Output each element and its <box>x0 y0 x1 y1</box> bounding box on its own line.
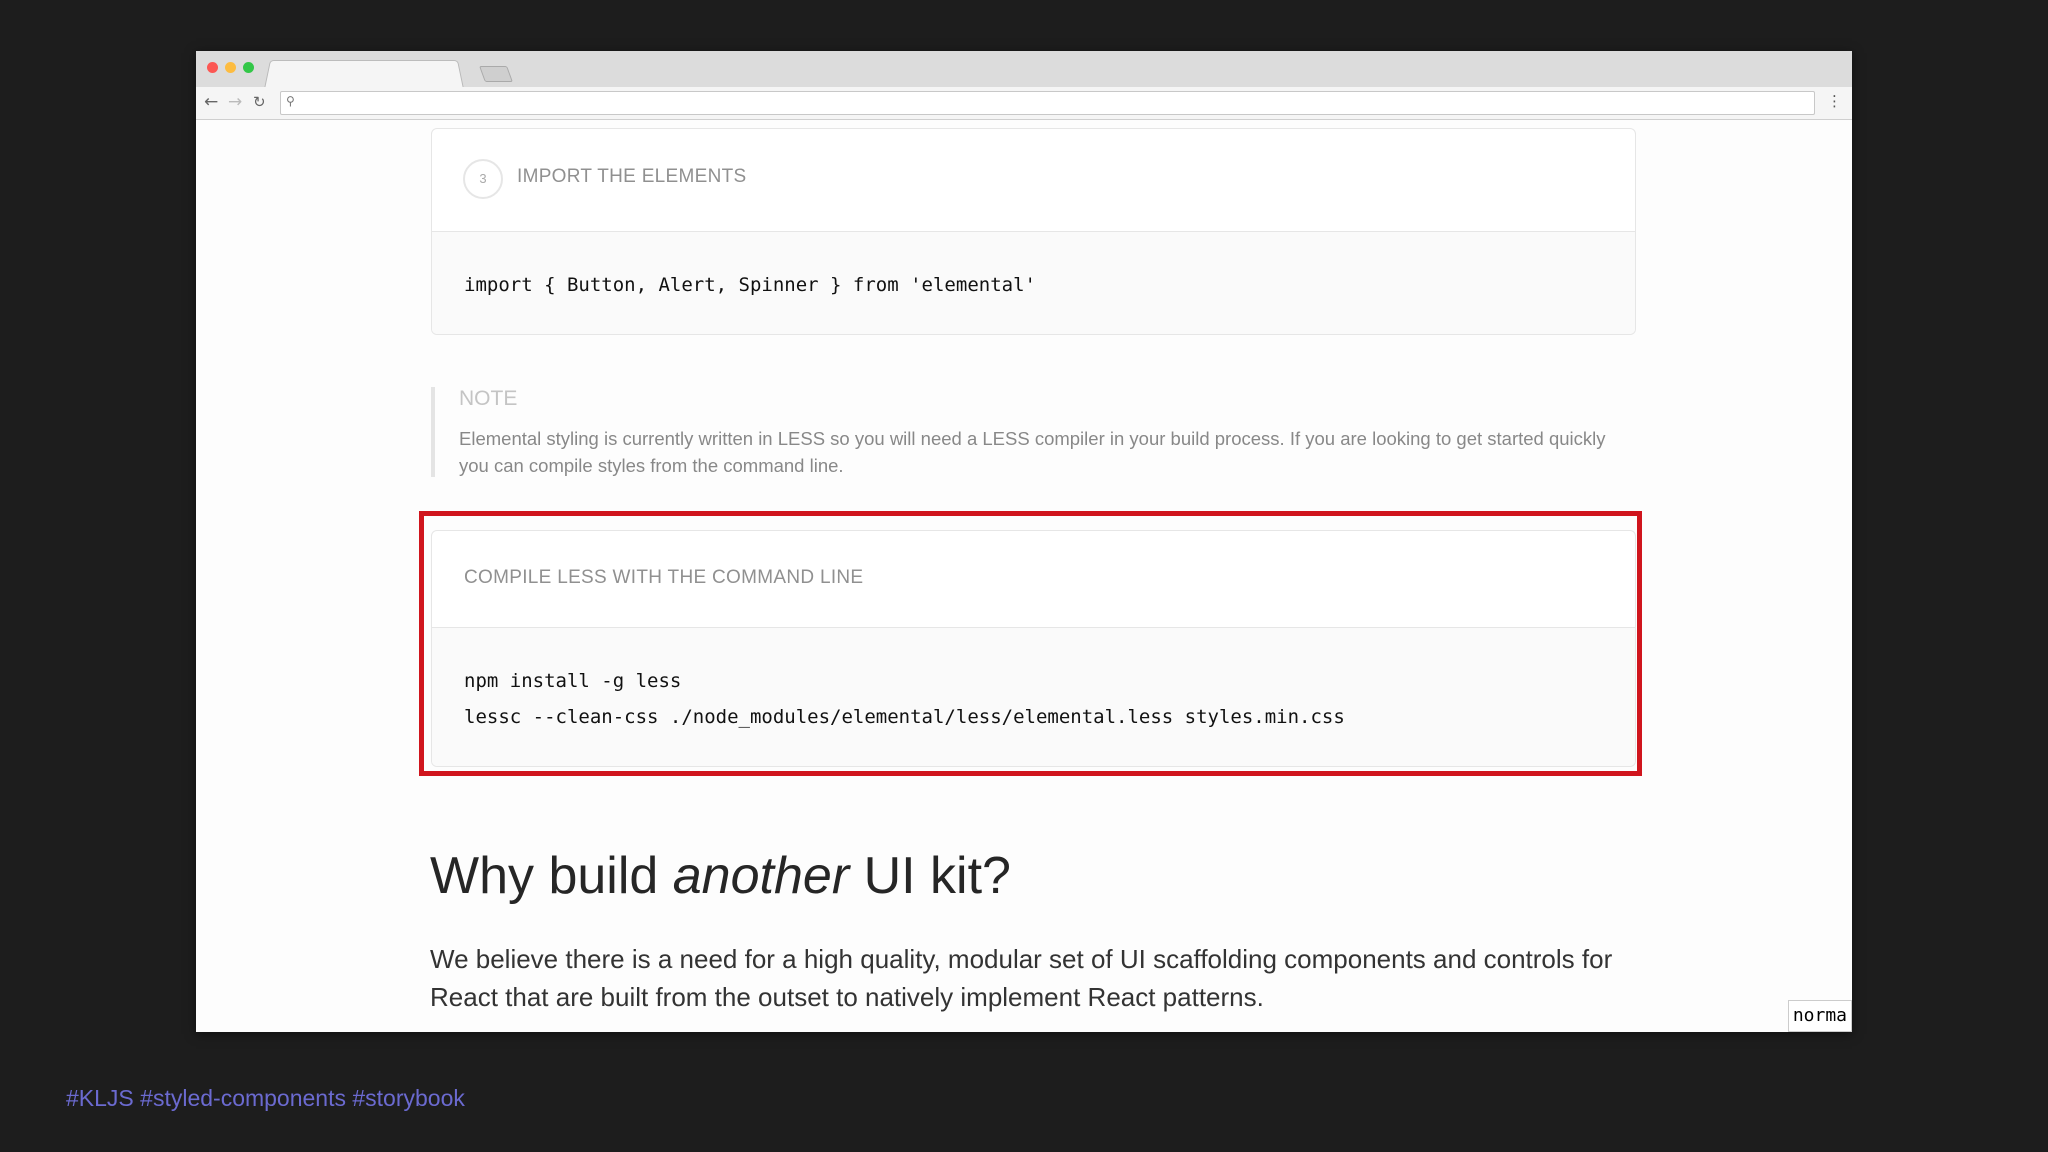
import-code: import { Button, Alert, Spinner } from '… <box>464 274 1036 296</box>
active-tab[interactable] <box>264 60 464 89</box>
step-code-block: import { Button, Alert, Spinner } from '… <box>432 232 1635 334</box>
section-heading: Why build another UI kit? <box>430 847 1011 905</box>
tab-bar <box>196 51 1852 89</box>
import-step-card: 3 IMPORT THE ELEMENTS import { Button, A… <box>431 128 1636 335</box>
browser-window: ← → ↻ ⚲ ⋮ 3 IMPORT THE ELEMENTS import {… <box>196 51 1852 1032</box>
note-label: NOTE <box>459 387 518 410</box>
note-text: Elemental styling is currently written i… <box>459 428 1606 476</box>
minimize-window-button[interactable] <box>225 62 236 73</box>
reload-icon[interactable]: ↻ <box>253 91 266 113</box>
maximize-window-button[interactable] <box>243 62 254 73</box>
address-bar[interactable]: ⚲ <box>280 91 1815 115</box>
step-title: IMPORT THE ELEMENTS <box>517 166 747 187</box>
heading-emphasis: another <box>672 847 850 905</box>
page-content: 3 IMPORT THE ELEMENTS import { Button, A… <box>196 120 1852 1032</box>
back-icon[interactable]: ← <box>204 91 218 113</box>
step-card-header: 3 IMPORT THE ELEMENTS <box>432 129 1635 232</box>
close-window-button[interactable] <box>207 62 218 73</box>
forward-icon[interactable]: → <box>228 91 242 113</box>
section-paragraph: We believe there is a need for a high qu… <box>430 944 1613 1012</box>
step-number: 3 <box>463 159 503 199</box>
note-callout: NOTE Elemental styling is currently writ… <box>431 387 1655 477</box>
search-icon: ⚲ <box>286 94 295 108</box>
browser-toolbar: ← → ↻ ⚲ ⋮ <box>196 87 1852 120</box>
mode-badge: norma <box>1787 1000 1852 1032</box>
red-highlight-box <box>419 511 1642 776</box>
new-tab-button[interactable] <box>479 66 513 82</box>
hashtags-footer: #KLJS #styled-components #storybook <box>66 1085 465 1111</box>
menu-icon[interactable]: ⋮ <box>1827 92 1842 110</box>
